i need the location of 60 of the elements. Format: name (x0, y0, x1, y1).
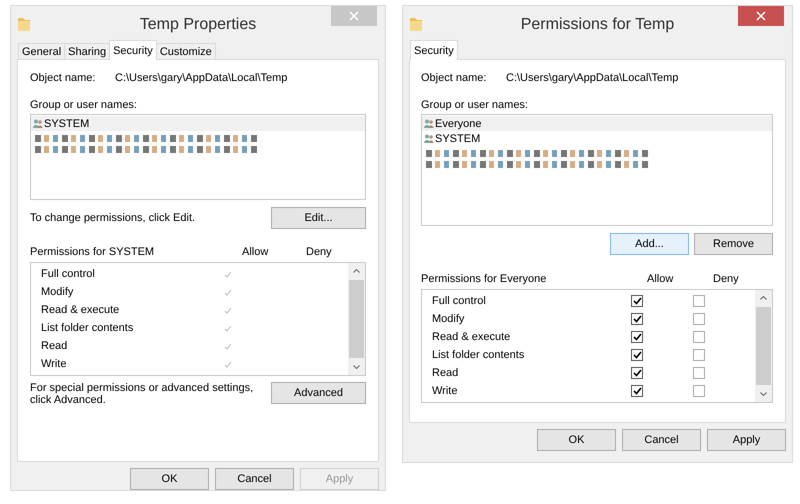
permissions-label: Permissions for SYSTEM (30, 246, 156, 258)
scrollbar[interactable] (755, 290, 772, 402)
users-icon (424, 119, 434, 128)
allow-checkbox[interactable] (631, 295, 643, 307)
permission-name: Full control (432, 295, 487, 307)
dialog-button[interactable]: Remove (694, 233, 773, 255)
window-title: Permissions for Temp (520, 15, 674, 34)
deny-header: Deny (306, 246, 333, 258)
allow-checkbox[interactable] (631, 385, 643, 397)
allow-header: Allow (242, 246, 270, 258)
tab[interactable]: Security (410, 40, 458, 60)
close-icon (756, 11, 766, 21)
permission-name: Modify (432, 313, 466, 325)
group-label: Group or user names: (30, 99, 138, 111)
allow-checkbox[interactable] (631, 367, 643, 379)
dialog-button[interactable]: OK (537, 429, 616, 451)
users-icon (424, 134, 434, 143)
permission-name: Write (41, 358, 68, 370)
permission-name: Full control (41, 268, 96, 280)
object-name-label: Object name: (421, 72, 488, 84)
object-name-value: C:\Users\gary\AppData\Local\Temp (506, 72, 678, 84)
permission-name: List folder contents (41, 322, 134, 334)
scroll-up-icon[interactable] (760, 296, 767, 300)
permission-name: Read (432, 367, 460, 379)
deny-checkbox[interactable] (693, 367, 705, 379)
permission-name: Read & execute (432, 331, 512, 343)
user-list-item[interactable]: Everyone (422, 116, 772, 131)
edit-hint-text: To change permissions, click Edit. (30, 212, 196, 224)
deny-checkbox[interactable] (693, 313, 705, 325)
dialog-button[interactable]: Apply (707, 429, 786, 451)
object-name-label: Object name: (30, 72, 96, 84)
permission-name: Read (41, 340, 68, 352)
scroll-down-icon[interactable] (760, 392, 767, 396)
deny-checkbox[interactable] (693, 331, 705, 343)
permission-name: Modify (41, 286, 74, 298)
allow-header: Allow (647, 273, 674, 285)
user-list[interactable]: Everyone SYSTEM (421, 114, 773, 226)
permission-name: Write (432, 385, 458, 397)
deny-checkbox[interactable] (693, 295, 705, 307)
dialog-button[interactable]: Cancel (622, 429, 701, 451)
permission-name: List folder contents (432, 349, 526, 361)
deny-checkbox[interactable] (693, 385, 705, 397)
permission-name: Read & execute (41, 304, 120, 316)
allow-checkbox[interactable] (631, 331, 643, 343)
window-title: Temp Properties (140, 15, 256, 34)
object-name-value: C:\Users\gary\AppData\Local\Temp (115, 72, 288, 84)
deny-header: Deny (713, 273, 740, 285)
folder-icon (17, 16, 31, 32)
permissions-label: Permissions for Everyone (421, 273, 548, 285)
users-icon (33, 119, 43, 128)
advanced-hint-text: For special permissions or advanced settings, click Advanced. (30, 382, 254, 406)
allow-checkbox[interactable] (631, 313, 643, 325)
dialog-button[interactable]: Add... (610, 233, 689, 255)
user-list-item[interactable]: SYSTEM (422, 131, 772, 146)
deny-checkbox[interactable] (693, 349, 705, 361)
folder-icon (409, 16, 423, 32)
close-button[interactable] (738, 6, 784, 26)
allow-checkbox[interactable] (631, 349, 643, 361)
close-icon (349, 11, 359, 21)
group-label: Group or user names: (421, 99, 529, 111)
